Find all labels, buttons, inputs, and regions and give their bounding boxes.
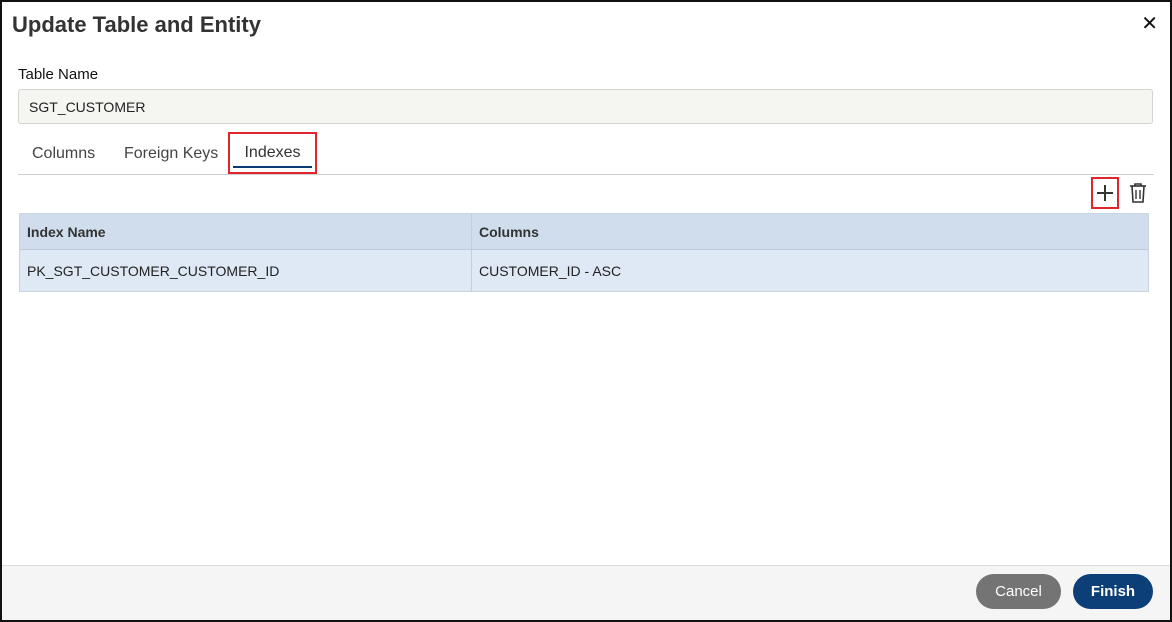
header-columns[interactable]: Columns (472, 214, 1148, 249)
tab-foreign-keys[interactable]: Foreign Keys (124, 134, 218, 174)
dialog-footer: Cancel Finish (2, 565, 1170, 620)
header-index-name[interactable]: Index Name (20, 214, 472, 249)
cancel-button[interactable]: Cancel (976, 574, 1061, 609)
finish-button[interactable]: Finish (1073, 574, 1153, 609)
cell-index-name: PK_SGT_CUSTOMER_CUSTOMER_ID (20, 250, 472, 291)
plus-icon (1097, 185, 1113, 201)
update-table-dialog: Update Table and Entity ✕ Table Name Col… (0, 0, 1172, 622)
tab-bar: Columns Foreign Keys Indexes (18, 132, 1154, 175)
table-name-input[interactable] (18, 89, 1153, 124)
tab-columns[interactable]: Columns (32, 134, 95, 174)
close-icon[interactable]: ✕ (1141, 12, 1158, 36)
table-row[interactable]: PK_SGT_CUSTOMER_CUSTOMER_ID CUSTOMER_ID … (20, 250, 1148, 291)
tab-indexes[interactable]: Indexes (228, 132, 317, 174)
dialog-title: Update Table and Entity (12, 12, 261, 37)
delete-index-button[interactable] (1127, 180, 1149, 206)
indexes-grid: Index Name Columns PK_SGT_CUSTOMER_CUSTO… (19, 213, 1149, 292)
trash-icon (1130, 183, 1146, 203)
table-name-label: Table Name (18, 66, 99, 83)
tab-indexes-label: Indexes (244, 144, 301, 161)
active-tab-indicator (233, 166, 312, 168)
grid-header-row: Index Name Columns (20, 214, 1148, 250)
add-index-button[interactable] (1091, 177, 1119, 209)
cell-columns: CUSTOMER_ID - ASC (479, 262, 622, 279)
